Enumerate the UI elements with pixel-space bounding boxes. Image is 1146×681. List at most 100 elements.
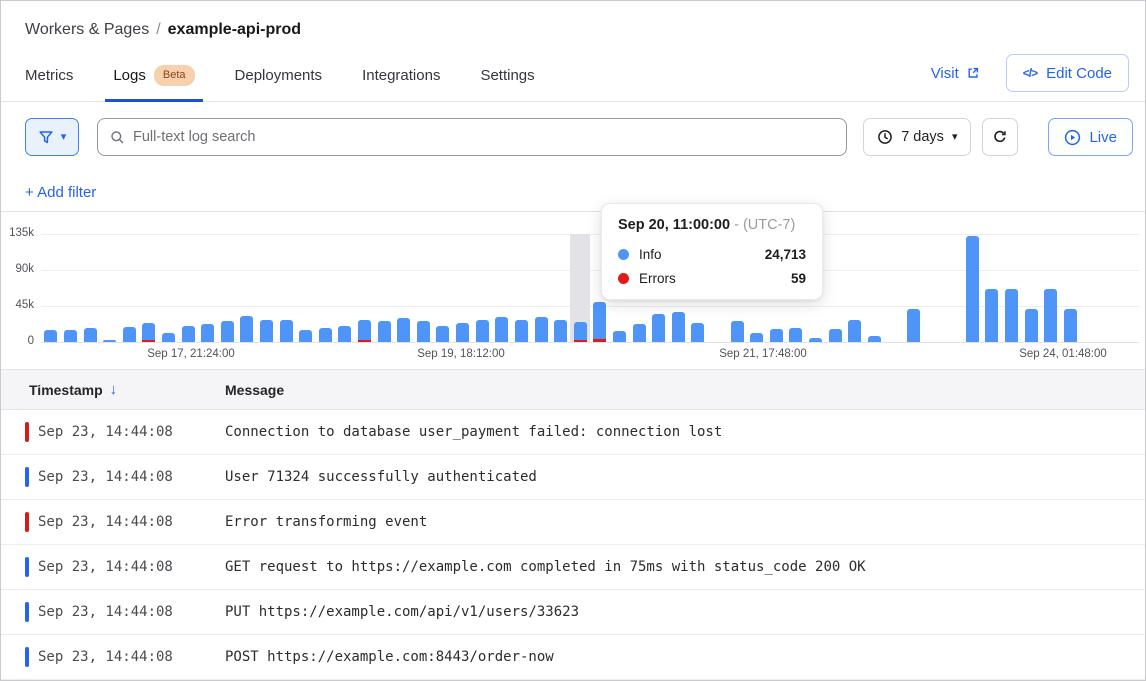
chart-bar[interactable] [280, 320, 293, 342]
column-header-message: Message [225, 382, 284, 398]
column-header-timestamp[interactable]: Timestamp ↓ [29, 381, 225, 398]
add-filter-link[interactable]: + Add filter [25, 184, 96, 201]
time-range-dropdown[interactable]: 7 days ▾ [863, 118, 971, 156]
chart-bar[interactable] [84, 328, 97, 342]
chart-bar[interactable] [495, 317, 508, 342]
chart-bar[interactable] [515, 320, 528, 342]
log-row[interactable]: Sep 23, 14:44:08 GET request to https://e… [1, 545, 1145, 590]
chart-bar[interactable] [358, 320, 371, 342]
chart-bar[interactable] [848, 320, 861, 342]
chart-bar-error-segment [574, 340, 587, 342]
chart-bar[interactable] [1044, 289, 1057, 342]
chart-bar[interactable] [162, 333, 175, 342]
error-level-indicator [25, 512, 29, 532]
visit-link[interactable]: Visit [931, 65, 980, 82]
clock-icon [877, 129, 893, 145]
breadcrumb-current-project: example-api-prod [168, 21, 301, 38]
chart-bar[interactable] [123, 327, 136, 342]
chart-bar[interactable] [868, 336, 881, 342]
log-timestamp: Sep 23, 14:44:08 [38, 649, 201, 665]
legend-dot-info [618, 249, 629, 260]
log-row[interactable]: Sep 23, 14:44:08User 71324 successfully … [1, 455, 1145, 500]
chart-bar[interactable] [535, 317, 548, 342]
chart-bar[interactable] [691, 323, 704, 342]
beta-badge: Beta [154, 65, 195, 86]
tab-metrics[interactable]: Metrics [17, 55, 81, 101]
chart-bar[interactable] [1025, 309, 1038, 342]
chart-bar[interactable] [1064, 309, 1077, 342]
chart-bar[interactable] [554, 320, 567, 342]
chart-bar[interactable] [613, 331, 626, 342]
log-message: GET request to https://example.com compl… [225, 559, 866, 575]
log-timestamp: Sep 23, 14:44:08 [38, 424, 201, 440]
x-axis-tick-label: Sep 19, 18:12:00 [417, 348, 505, 360]
chart-bar[interactable] [456, 323, 469, 342]
chart-bar[interactable] [417, 321, 430, 342]
log-message: PUT https://example.com/api/v1/users/336… [225, 604, 579, 620]
chart-bar[interactable] [789, 328, 802, 342]
tab-logs[interactable]: LogsBeta [105, 55, 202, 101]
log-volume-chart: 135k90k45k0Sep 17, 21:24:00Sep 19, 18:12… [1, 212, 1145, 369]
breadcrumb-workers-pages[interactable]: Workers & Pages [25, 21, 149, 38]
filter-dropdown-button[interactable]: ▾ [25, 118, 79, 156]
chart-bar[interactable] [1005, 289, 1018, 342]
chart-bar[interactable] [221, 321, 234, 342]
chart-bar[interactable] [672, 312, 685, 342]
chart-bar[interactable] [299, 330, 312, 342]
chart-bar[interactable] [378, 321, 391, 342]
log-row[interactable]: Sep 23, 14:44:08POST https://example.com… [1, 635, 1145, 680]
tab-deployments[interactable]: Deployments [227, 55, 331, 101]
chart-bar[interactable] [182, 326, 195, 342]
edit-code-button[interactable]: </> Edit Code [1006, 54, 1129, 92]
chart-bar[interactable] [809, 338, 822, 342]
chart-bar[interactable] [985, 289, 998, 342]
chart-bar[interactable] [476, 320, 489, 342]
legend-dot-errors [618, 273, 629, 284]
tab-settings[interactable]: Settings [472, 55, 542, 101]
add-filter-row: + Add filter [25, 184, 1145, 202]
tab-bar-row: Metrics LogsBeta Deployments Integrations Se… [1, 55, 1145, 102]
tooltip-timezone: - (UTC-7) [734, 217, 795, 233]
tab-label: Integrations [362, 67, 440, 84]
log-timestamp: Sep 23, 14:44:08 [38, 559, 201, 575]
chart-bar-error-segment [593, 339, 606, 342]
x-axis-tick-label: Sep 24, 01:48:00 [1019, 348, 1107, 360]
live-button[interactable]: Live [1048, 118, 1133, 156]
refresh-icon [992, 129, 1008, 145]
chart-bar-error-segment [142, 340, 155, 342]
chart-bar[interactable] [731, 321, 744, 342]
chart-bar[interactable] [436, 326, 449, 342]
chart-bar[interactable] [652, 314, 665, 342]
play-circle-icon [1064, 129, 1081, 146]
chart-bar[interactable] [103, 340, 116, 342]
log-row[interactable]: Sep 23, 14:44:08Connection to database u… [1, 410, 1145, 455]
chart-bar[interactable] [829, 329, 842, 342]
header-actions: Visit </> Edit Code [931, 54, 1129, 92]
chart-bar[interactable] [397, 318, 410, 342]
tooltip-rows: Info24,713Errors59 [618, 247, 806, 286]
chart-bar[interactable] [240, 316, 253, 342]
chart-bar[interactable] [633, 324, 646, 342]
chart-bar[interactable] [907, 309, 920, 342]
tab-integrations[interactable]: Integrations [354, 55, 448, 101]
chart-bar[interactable] [966, 236, 979, 342]
chart-bar[interactable] [574, 322, 587, 342]
search-input[interactable] [133, 129, 834, 145]
chart-bar[interactable] [750, 333, 763, 342]
chart-bar[interactable] [64, 330, 77, 342]
refresh-button[interactable] [982, 118, 1018, 156]
y-axis-tick-label: 45k [1, 299, 34, 311]
log-row[interactable]: Sep 23, 14:44:08Error transforming event [1, 500, 1145, 545]
log-timestamp: Sep 23, 14:44:08 [38, 514, 201, 530]
chart-bar[interactable] [142, 323, 155, 342]
chart-bar[interactable] [770, 329, 783, 342]
chart-bar[interactable] [201, 324, 214, 342]
log-row[interactable]: Sep 23, 14:44:08PUT https://example.com/… [1, 590, 1145, 635]
chart-bar[interactable] [260, 320, 273, 342]
chart-bar[interactable] [593, 302, 606, 342]
chart-bar[interactable] [44, 330, 57, 342]
caret-down-icon: ▾ [952, 132, 958, 143]
edit-code-label: Edit Code [1046, 65, 1112, 82]
chart-bar[interactable] [319, 328, 332, 342]
chart-bar[interactable] [338, 326, 351, 342]
